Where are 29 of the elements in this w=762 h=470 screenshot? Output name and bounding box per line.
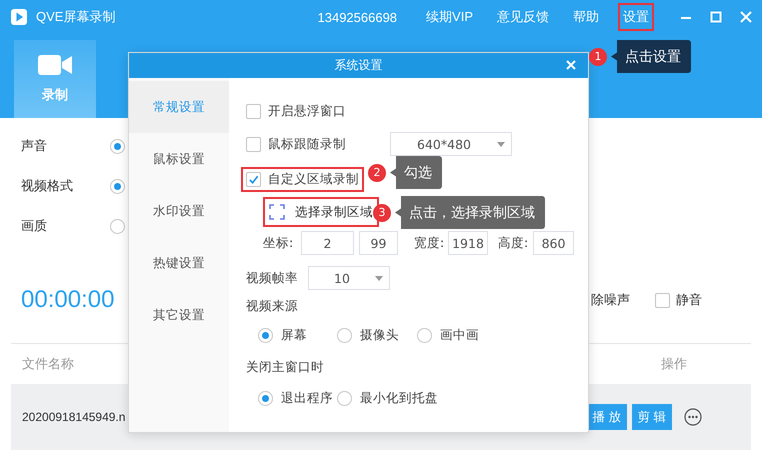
noise-reduction-label: 除噪声 bbox=[591, 291, 631, 309]
radio-label: 退出程序 bbox=[281, 390, 333, 406]
file-name: 20200918145949.n bbox=[22, 410, 126, 424]
tooltip: 点击设置 bbox=[611, 40, 691, 73]
tooltip: 点击，选择录制区域 bbox=[395, 196, 545, 229]
radio-label: 屏幕 bbox=[281, 326, 307, 344]
option-label: 声音 bbox=[21, 137, 48, 155]
radio-label: 画中画 bbox=[440, 326, 479, 344]
column-header: 操作 bbox=[660, 355, 688, 373]
checkbox-label: 自定义区域录制 bbox=[268, 170, 359, 188]
checkbox-label: 静音 bbox=[676, 291, 702, 309]
section-label: 关闭主窗口时 bbox=[246, 358, 324, 376]
column-header: 文件名称 bbox=[22, 355, 74, 373]
tooltip: 勾选 bbox=[390, 156, 442, 189]
radio-label: 摄像头 bbox=[360, 326, 399, 344]
coordinate-label: 坐标: bbox=[263, 234, 294, 252]
checkbox-label: 开启悬浮窗口 bbox=[268, 102, 346, 120]
account-number: 13492566698 bbox=[318, 10, 398, 24]
radio-label: 最小化到托盘 bbox=[360, 390, 438, 406]
option-label: 画质 bbox=[21, 217, 48, 235]
height-label: 高度: bbox=[498, 234, 530, 252]
width-label: 宽度: bbox=[414, 234, 446, 252]
checkbox-label: 鼠标跟随录制 bbox=[268, 136, 347, 152]
dialog-title: 系统设置 bbox=[334, 57, 382, 74]
timer: 00:00:00 bbox=[21, 286, 114, 314]
frame-rate-label: 视频帧率 bbox=[246, 270, 299, 286]
section-label: 视频来源 bbox=[246, 298, 298, 314]
option-label: 视频格式 bbox=[21, 177, 74, 195]
app-title: QVE屏幕录制 bbox=[36, 8, 116, 26]
